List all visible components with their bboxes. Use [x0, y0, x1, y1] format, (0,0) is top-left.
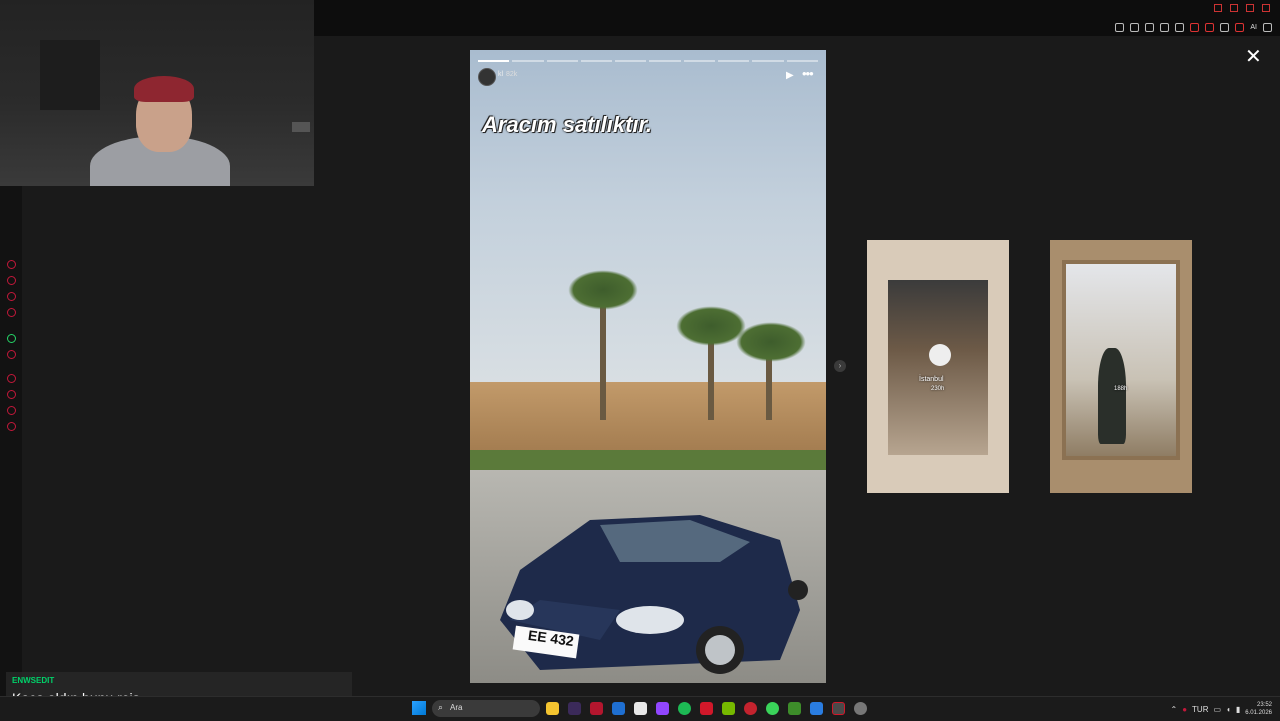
minecraft-icon[interactable]	[788, 702, 801, 715]
story-preview-card[interactable]: 188h	[1050, 240, 1192, 493]
system-tray: ⌃ ● TUR ▭ ◖ ▮ 23:52 6.01.2026	[1170, 701, 1272, 717]
ai-button[interactable]: AI	[1250, 24, 1257, 31]
app-icon[interactable]	[590, 702, 603, 715]
clock-time: 23:52	[1256, 702, 1272, 708]
refresh-icon[interactable]	[7, 260, 16, 269]
play-toolbar-icon[interactable]	[1160, 22, 1170, 32]
streamer-bandana	[134, 76, 194, 102]
file-explorer-icon[interactable]	[546, 702, 559, 715]
search-input[interactable]: ⌕ Ara	[432, 700, 540, 717]
close-icon[interactable]: ✕	[1245, 44, 1262, 69]
profile-icon[interactable]	[1205, 22, 1215, 32]
story-wall	[470, 382, 826, 458]
settings-icon[interactable]	[854, 702, 867, 715]
tray-app-icon[interactable]: ●	[1182, 705, 1187, 714]
chat-username: ENWSEDIT	[12, 676, 55, 685]
target-icon[interactable]	[7, 374, 16, 383]
restore-icon[interactable]	[1246, 4, 1254, 12]
progress-segment	[478, 60, 510, 62]
volume-icon[interactable]: ◖	[1226, 705, 1231, 714]
location-pin-icon	[929, 344, 951, 366]
clock[interactable]: 23:52 6.01.2026	[1245, 701, 1272, 717]
app-icon[interactable]	[700, 702, 713, 715]
story-caption: Aracım satılıktır.	[482, 112, 652, 137]
progress-segment	[786, 60, 818, 62]
reader-icon[interactable]	[1130, 22, 1140, 32]
send-icon[interactable]	[1235, 22, 1245, 32]
progress-segment	[546, 60, 578, 62]
settings-rail-icon[interactable]	[7, 422, 16, 431]
messages-icon[interactable]	[7, 406, 16, 415]
browser-icon[interactable]	[832, 702, 845, 715]
progress-segment	[580, 60, 613, 62]
minimize-icon[interactable]	[1230, 4, 1238, 12]
progress-segment	[649, 60, 681, 62]
progress-segment	[683, 60, 716, 62]
app-icon[interactable]	[810, 702, 823, 715]
preview-label: İstanbul	[919, 376, 944, 383]
search-placeholder: Ara	[450, 703, 463, 712]
preview-person	[1098, 348, 1126, 444]
browser-side-rail	[0, 186, 22, 696]
more-icon[interactable]: •••	[802, 66, 814, 81]
progress-segment	[718, 60, 750, 62]
play-icon[interactable]: ▶	[786, 70, 794, 81]
app-icon[interactable]	[612, 702, 625, 715]
story-viewer[interactable]: EE 432 kl 82k ▶ ••• Aracım satılıktır.	[470, 50, 826, 683]
chat-bubble-icon[interactable]	[1190, 22, 1200, 32]
whatsapp-icon[interactable]	[7, 334, 16, 343]
store-icon[interactable]	[634, 702, 647, 715]
history-icon[interactable]	[7, 390, 16, 399]
progress-segment	[512, 60, 544, 62]
browser-toolbar: AI	[1115, 20, 1272, 34]
avatar[interactable]	[478, 68, 496, 86]
battery-icon[interactable]: ▮	[1236, 705, 1240, 714]
preview-time: 230h	[931, 386, 945, 392]
clock-date: 6.01.2026	[1245, 710, 1272, 716]
app-icon[interactable]	[744, 702, 757, 715]
language-indicator[interactable]: TUR	[1192, 705, 1208, 714]
preview-time: 188h	[1114, 386, 1128, 392]
preview-image	[888, 280, 988, 455]
palm-leaves	[736, 322, 806, 362]
menu-icon[interactable]	[1263, 22, 1272, 32]
story-username[interactable]: kl	[498, 71, 503, 78]
webcam-overlay	[0, 0, 314, 186]
instagram-icon[interactable]	[7, 350, 16, 359]
story-progress-bar	[478, 60, 818, 62]
microphone	[292, 122, 310, 132]
webcam-background	[40, 40, 100, 110]
taskbar: ⌕ Ara ⌃ ● TUR ▭ ◖ ▮ 23:52 6.01.2026	[0, 696, 1280, 721]
search-icon: ⌕	[438, 702, 444, 712]
twitch-icon[interactable]	[656, 702, 669, 715]
network-icon[interactable]: ▭	[1213, 705, 1221, 714]
shield-icon[interactable]	[1145, 22, 1155, 32]
download-icon[interactable]	[1220, 22, 1230, 32]
lock-icon[interactable]	[7, 276, 16, 285]
search-window-icon[interactable]	[1214, 4, 1222, 12]
app-icon[interactable]	[568, 702, 581, 715]
extension-icon[interactable]	[1115, 22, 1125, 32]
nvidia-icon[interactable]	[722, 702, 735, 715]
progress-segment	[752, 60, 784, 62]
palm-tree	[600, 300, 606, 420]
window-controls[interactable]	[1214, 4, 1270, 12]
close-window-icon[interactable]	[1262, 4, 1270, 12]
chat-rail-icon[interactable]	[7, 292, 16, 301]
spotify-icon[interactable]	[678, 702, 691, 715]
chevron-right-icon[interactable]: ›	[834, 360, 846, 372]
app-icon[interactable]	[766, 702, 779, 715]
windows-start-icon[interactable]	[412, 701, 426, 715]
bookmark-icon[interactable]	[7, 308, 16, 317]
palm-leaves	[568, 270, 638, 310]
progress-segment	[615, 60, 647, 62]
story-preview-card[interactable]: İstanbul 230h	[867, 240, 1009, 493]
chevron-up-icon[interactable]: ⌃	[1170, 705, 1177, 714]
story-timestamp: 82k	[506, 71, 518, 78]
car-image	[500, 515, 808, 674]
heart-icon[interactable]	[1175, 22, 1185, 32]
